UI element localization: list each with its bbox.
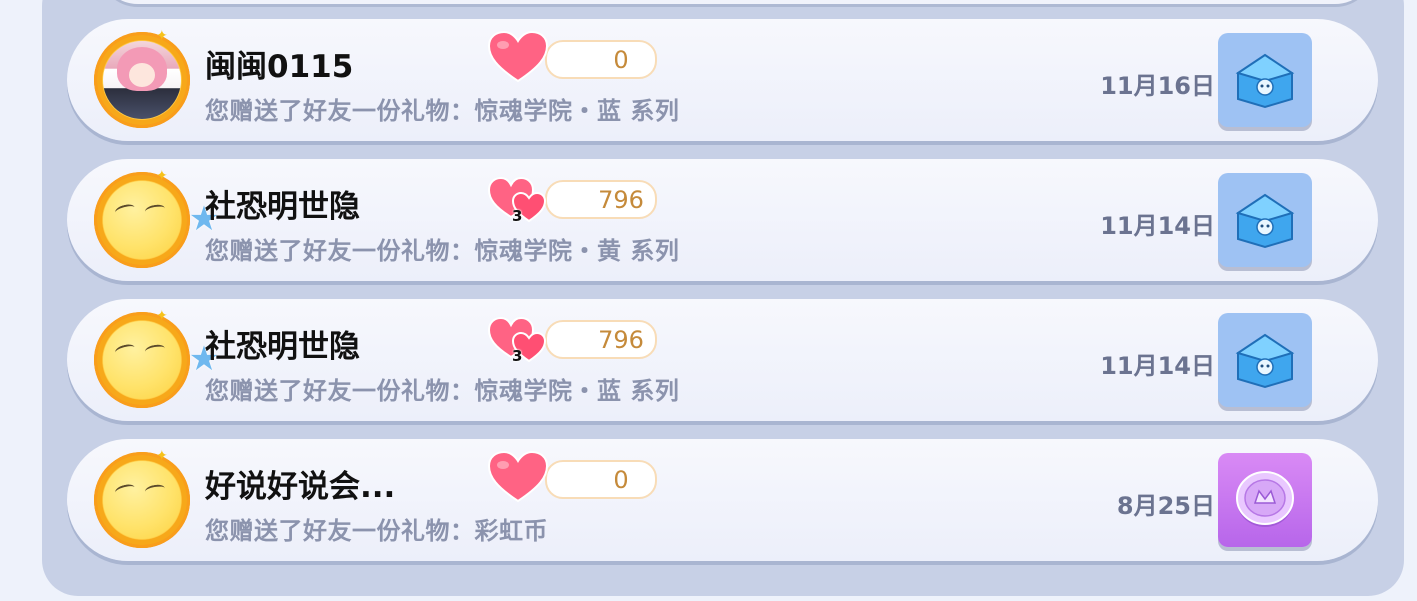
avatar[interactable]: ✦ <box>94 168 190 268</box>
username: 闽闽0115 <box>205 49 354 85</box>
heart-level-badge: 3 <box>512 347 523 365</box>
default-yellow-avatar-icon <box>103 321 181 399</box>
blue-chest-icon <box>1235 333 1295 389</box>
like-counter: 0 <box>545 460 657 499</box>
sparkle-icon: ✦ <box>156 448 168 464</box>
like-count: 796 <box>598 326 644 354</box>
list-item[interactable]: ✦ 闽闽0115 您赠送了好友一份礼物：惊魂学院・蓝 系列 0 11月16日 <box>67 19 1378 141</box>
sparkle-icon: ✦ <box>156 168 168 184</box>
heart-level-badge: 3 <box>512 207 523 225</box>
sparkle-icon: ✦ <box>156 308 168 324</box>
gift-item[interactable] <box>1218 33 1312 127</box>
default-yellow-avatar-icon <box>103 461 181 539</box>
avatar[interactable]: ✦ <box>94 448 190 548</box>
list-item[interactable]: ✦ 好说好说会... 您赠送了好友一份礼物：彩虹币 0 8月25日 <box>67 439 1378 561</box>
blue-chest-icon <box>1235 193 1295 249</box>
gift-date: 11月14日 <box>1100 212 1215 240</box>
gift-date: 11月16日 <box>1100 72 1215 100</box>
avatar[interactable]: ✦ <box>94 308 190 408</box>
sparkle-icon: ✦ <box>156 28 168 44</box>
gift-item[interactable] <box>1218 453 1312 547</box>
username: 好说好说会... <box>205 469 396 505</box>
blue-chest-icon <box>1235 53 1295 109</box>
default-yellow-avatar-icon <box>103 181 181 259</box>
like-counter: 796 <box>545 180 657 219</box>
like-counter: 0 <box>545 40 657 79</box>
rainbow-coin-icon <box>1236 471 1294 527</box>
gift-date: 11月14日 <box>1100 352 1215 380</box>
gift-date: 8月25日 <box>1116 492 1215 520</box>
heart-icon[interactable] <box>487 450 549 503</box>
username: 社恐明世隐 <box>205 189 360 225</box>
like-count: 0 <box>613 466 629 494</box>
previous-row-edge <box>98 0 1375 4</box>
gift-description: 您赠送了好友一份礼物：惊魂学院・黄 系列 <box>205 237 680 265</box>
like-count: 796 <box>598 186 644 214</box>
gift-item[interactable] <box>1218 173 1312 267</box>
like-count: 0 <box>613 46 629 74</box>
avatar[interactable]: ✦ <box>94 28 190 128</box>
gift-item[interactable] <box>1218 313 1312 407</box>
like-counter: 796 <box>545 320 657 359</box>
anime-girl-avatar-icon <box>103 41 181 119</box>
gift-description: 您赠送了好友一份礼物：彩虹币 <box>205 517 548 545</box>
username: 社恐明世隐 <box>205 329 360 365</box>
gift-description: 您赠送了好友一份礼物：惊魂学院・蓝 系列 <box>205 97 680 125</box>
list-item[interactable]: ✦ ★ 社恐明世隐 您赠送了好友一份礼物：惊魂学院・蓝 系列 796 3 11月… <box>67 299 1378 421</box>
gift-description: 您赠送了好友一份礼物：惊魂学院・蓝 系列 <box>205 377 680 405</box>
heart-icon[interactable] <box>487 30 549 83</box>
list-item[interactable]: ✦ ★ 社恐明世隐 您赠送了好友一份礼物：惊魂学院・黄 系列 796 3 11月… <box>67 159 1378 281</box>
